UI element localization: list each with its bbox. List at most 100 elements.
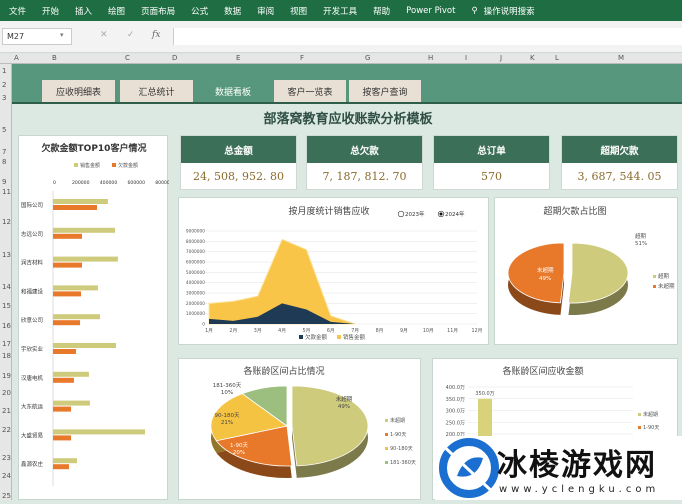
column-header[interactable]: D (172, 54, 177, 62)
kpi-label: 总订单 (434, 136, 549, 163)
row-header[interactable]: 25 (2, 492, 11, 500)
legend-swatch (74, 163, 78, 167)
kpi-label: 超期欠款 (562, 136, 677, 163)
tab-2[interactable]: 数据看板 (200, 80, 266, 102)
bar-sales (53, 400, 91, 406)
kpi-card: 总金额 24, 508, 952. 80 (180, 135, 297, 190)
menu-5[interactable]: 公式 (191, 5, 208, 17)
lightbulb-icon: ⚲ (471, 5, 478, 16)
radio-dot (439, 212, 443, 216)
column-header[interactable]: B (52, 54, 57, 62)
bar-arrears (53, 349, 77, 354)
row-header[interactable]: 9 (2, 178, 6, 186)
row-header[interactable]: 21 (2, 407, 11, 415)
row-header[interactable]: 13 (2, 251, 11, 259)
row-header[interactable]: 8 (2, 158, 6, 166)
row-header[interactable]: 23 (2, 454, 11, 462)
row-header[interactable]: 15 (2, 302, 11, 310)
menu-10[interactable]: 帮助 (373, 5, 390, 17)
column-header[interactable]: A (14, 54, 19, 62)
menu-0[interactable]: 文件 (9, 5, 26, 17)
cancel-icon[interactable]: ✕ (100, 30, 108, 40)
legend-swatch (299, 335, 303, 339)
menu-7[interactable]: 审阅 (257, 5, 274, 17)
legend-swatch (385, 461, 388, 464)
legend-label: 181-360天 (390, 460, 416, 466)
menu-8[interactable]: 视图 (290, 5, 307, 17)
column-header[interactable]: G (365, 54, 370, 62)
legend-label: 未超期 (658, 282, 675, 290)
year-option-label[interactable]: 2024年 (445, 210, 465, 218)
column-header[interactable]: L (555, 54, 559, 62)
category-label: 和福建设 (21, 287, 44, 295)
row-header[interactable]: 19 (2, 372, 11, 380)
x-tick-label: 400000 (100, 180, 118, 186)
row-header[interactable]: 2 (2, 81, 6, 89)
year-option-label[interactable]: 2023年 (405, 210, 425, 218)
x-tick-label: 600000 (127, 180, 145, 186)
column-header[interactable]: C (125, 54, 130, 62)
confirm-icon[interactable]: ✓ (127, 30, 135, 40)
legend-swatch (337, 335, 341, 339)
legend-label: 1-90天 (643, 425, 659, 431)
row-header[interactable]: 14 (2, 283, 11, 291)
row-header[interactable]: 24 (2, 472, 11, 480)
column-header[interactable]: J (500, 54, 502, 62)
x-tick-label: 5月 (303, 328, 311, 334)
legend-swatch (638, 426, 641, 429)
ribbon-menu: 文件 开始 插入 绘图 页面布局 公式 数据 审阅 视图 开发工具 帮助 Power Pivot ⚲ 操作… (0, 0, 682, 21)
x-tick-label: 200000 (72, 180, 90, 186)
tab-4[interactable]: 按客户查询 (349, 80, 421, 102)
data-label: 350.0万 (475, 391, 494, 397)
menu-2[interactable]: 插入 (75, 5, 92, 17)
tab-0[interactable]: 应收明细表 (42, 80, 115, 102)
kpi-value: 570 (481, 170, 502, 183)
column-header[interactable]: I (465, 54, 467, 62)
name-box-dropdown-icon[interactable]: ▾ (60, 31, 64, 39)
menu-3[interactable]: 绘图 (108, 5, 125, 17)
row-header[interactable]: 7 (2, 148, 6, 156)
column-header[interactable]: H (428, 54, 433, 62)
chart-title: 超期欠款占比图 (543, 205, 606, 217)
column-header[interactable]: M (618, 54, 624, 62)
formula-input[interactable] (173, 28, 682, 45)
row-header[interactable]: 16 (2, 322, 11, 330)
legend-label: 销售金额 (343, 333, 366, 341)
bar-arrears (53, 233, 82, 239)
row-header[interactable]: 17 (2, 340, 11, 348)
category-label: 国际公司 (21, 201, 43, 209)
row-header[interactable]: 12 (2, 218, 11, 226)
row-headers: 1 2 3 5 7 8 9 11 12 13 14 15 16 17 18 19 20 21 22 23 24 25 (0, 64, 12, 500)
column-header[interactable]: F (300, 54, 304, 62)
x-tick-label: 10月 (423, 328, 434, 334)
column-header[interactable]: K (530, 54, 535, 62)
menu-11[interactable]: Power Pivot (406, 6, 455, 16)
menu-6[interactable]: 数据 (224, 5, 241, 17)
tell-me-search[interactable]: 操作说明搜索 (484, 5, 535, 17)
bar-sales (53, 199, 108, 204)
legend-swatch (385, 433, 388, 436)
bar-arrears (53, 464, 69, 470)
row-header[interactable]: 22 (2, 426, 11, 434)
row-header[interactable]: 20 (2, 389, 11, 397)
aging-ratio-chart: 各账龄区间占比情况 未超期 49% 未超期 1-90天 20% 1-90天 90-180天 21… (178, 358, 421, 500)
row-header[interactable]: 18 (2, 352, 11, 360)
data-label: 1-90天 (230, 442, 248, 449)
menu-1[interactable]: 开始 (42, 5, 59, 17)
menu-9[interactable]: 开发工具 (323, 5, 357, 17)
tab-3[interactable]: 客户一览表 (274, 80, 346, 102)
menu-4[interactable]: 页面布局 (141, 5, 175, 17)
tab-1[interactable]: 汇总统计 (120, 80, 193, 102)
row-header[interactable]: 11 (2, 188, 11, 196)
insert-function-icon[interactable]: fx (152, 30, 160, 40)
row-header[interactable]: 1 (2, 67, 6, 75)
legend-swatch (638, 413, 641, 416)
bar-sales (53, 343, 116, 348)
year-radio[interactable] (397, 210, 405, 218)
column-header[interactable]: E (236, 54, 240, 62)
row-header[interactable]: 5 (2, 126, 6, 134)
bar-sales (53, 227, 116, 233)
row-header[interactable]: 3 (2, 94, 6, 102)
bar-arrears (53, 320, 81, 326)
bar-arrears (53, 262, 82, 268)
